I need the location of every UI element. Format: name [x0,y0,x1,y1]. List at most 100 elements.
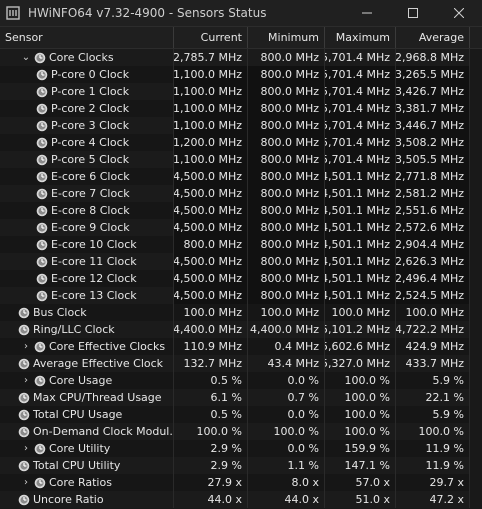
minimum-value: 800.0 MHz [248,253,325,270]
maximum-value: 4,501.1 MHz [325,253,396,270]
sensor-name-cell[interactable]: P-core 5 Clock [0,151,174,168]
table-row[interactable]: E-core 10 Clock 800.0 MHz 800.0 MHz 4,501.1… [0,236,482,253]
header-sensor[interactable]: Sensor [0,27,174,48]
sensor-name-cell[interactable]: › Core Usage [0,372,174,389]
sensor-name-cell[interactable]: E-core 11 Clock [0,253,174,270]
minimum-value: 0.7 % [248,389,325,406]
current-value: 2.9 % [174,440,248,457]
expand-chevron-icon[interactable]: › [20,443,32,454]
average-value: 11.9 % [396,457,470,474]
average-value: 3,508.2 MHz [396,134,470,151]
header-minimum[interactable]: Minimum [248,27,325,48]
sensor-name-cell[interactable]: P-core 1 Clock [0,83,174,100]
table-row[interactable]: Total CPU Usage 0.5 % 0.0 % 100.0 % 5.9 % [0,406,482,423]
clock-icon [36,256,48,267]
table-row[interactable]: E-core 8 Clock 4,500.0 MHz 800.0 MHz 4,501.… [0,202,482,219]
minimum-value: 800.0 MHz [248,66,325,83]
minimum-value: 800.0 MHz [248,236,325,253]
table-row[interactable]: Max CPU/Thread Usage 6.1 % 0.7 % 100.0 % 22.… [0,389,482,406]
sensor-name-cell[interactable]: Max CPU/Thread Usage [0,389,174,406]
average-value: 2,581.2 MHz [396,185,470,202]
clock-icon [34,341,46,352]
sensor-name-cell[interactable]: E-core 13 Clock [0,287,174,304]
table-row[interactable]: Average Effective Clock 132.7 MHz 43.4 MHz… [0,355,482,372]
table-row[interactable]: › Core Effective Clocks 110.9 MHz 0.4 MHz 5,… [0,338,482,355]
sensor-name-cell[interactable]: E-core 10 Clock [0,236,174,253]
expand-chevron-icon[interactable]: › [20,477,32,488]
collapse-chevron-icon[interactable]: ⌄ [20,52,32,63]
average-value: 3,265.5 MHz [396,66,470,83]
table-row[interactable]: P-core 0 Clock 1,100.0 MHz 800.0 MHz 5,701.… [0,66,482,83]
sensor-name-cell[interactable]: E-core 12 Clock [0,270,174,287]
table-row[interactable]: E-core 6 Clock 4,500.0 MHz 800.0 MHz 4,501.… [0,168,482,185]
sensor-table: ⌄ Core Clocks 2,785.7 MHz 800.0 MHz 5,701.4 … [0,49,482,508]
average-value: 100.0 % [396,423,470,440]
sensor-name-cell[interactable]: P-core 3 Clock [0,117,174,134]
sensor-name-cell[interactable]: Total CPU Utility [0,457,174,474]
sensor-name-cell[interactable]: › Core Effective Clocks [0,338,174,355]
minimum-value: 4,400.0 MHz [248,321,325,338]
expand-chevron-icon[interactable]: › [20,375,32,386]
table-row[interactable]: E-core 12 Clock 4,500.0 MHz 800.0 MHz 4,501… [0,270,482,287]
current-value: 1,200.0 MHz [174,134,248,151]
table-row[interactable]: E-core 13 Clock 4,500.0 MHz 800.0 MHz 4,501… [0,287,482,304]
sensor-label: P-core 5 Clock [51,153,130,166]
current-value: 4,500.0 MHz [174,185,248,202]
clock-icon [18,307,30,318]
table-row[interactable]: Uncore Ratio 44.0 x 44.0 x 51.0 x 47.2 x [0,491,482,508]
table-row[interactable]: P-core 5 Clock 1,100.0 MHz 800.0 MHz 5,701.… [0,151,482,168]
table-row[interactable]: › Core Utility 2.9 % 0.0 % 159.9 % 11.9 % [0,440,482,457]
sensor-name-cell[interactable]: Uncore Ratio [0,491,174,508]
current-value: 1,100.0 MHz [174,151,248,168]
maximum-value: 100.0 % [325,389,396,406]
sensor-name-cell[interactable]: E-core 7 Clock [0,185,174,202]
table-row[interactable]: Total CPU Utility 2.9 % 1.1 % 147.1 % 11.9 % [0,457,482,474]
close-button[interactable] [436,0,482,26]
sensor-name-cell[interactable]: P-core 4 Clock [0,134,174,151]
sensor-name-cell[interactable]: Total CPU Usage [0,406,174,423]
expand-chevron-icon[interactable]: › [20,341,32,352]
maximum-value: 4,501.1 MHz [325,168,396,185]
sensor-label: Bus Clock [33,306,87,319]
table-row[interactable]: E-core 11 Clock 4,500.0 MHz 800.0 MHz 4,501… [0,253,482,270]
sensor-name-cell[interactable]: On-Demand Clock Modul... [0,423,174,440]
sensor-label: Uncore Ratio [33,493,104,506]
average-value: 2,771.8 MHz [396,168,470,185]
minimize-button[interactable] [344,0,390,26]
minimum-value: 800.0 MHz [248,100,325,117]
sensor-name-cell[interactable]: › Core Utility [0,440,174,457]
current-value: 2.9 % [174,457,248,474]
table-row[interactable]: Ring/LLC Clock 4,400.0 MHz 4,400.0 MHz 5,10… [0,321,482,338]
sensor-name-cell[interactable]: › Core Ratios [0,474,174,491]
table-row[interactable]: P-core 4 Clock 1,200.0 MHz 800.0 MHz 5,701.… [0,134,482,151]
sensor-name-cell[interactable]: P-core 2 Clock [0,100,174,117]
table-row[interactable]: ⌄ Core Clocks 2,785.7 MHz 800.0 MHz 5,701.4 … [0,49,482,66]
maximize-button[interactable] [390,0,436,26]
table-row[interactable]: P-core 1 Clock 1,100.0 MHz 800.0 MHz 5,701.… [0,83,482,100]
header-average[interactable]: Average [396,27,470,48]
table-row[interactable]: On-Demand Clock Modul... 100.0 % 100.0 % 10… [0,423,482,440]
header-current[interactable]: Current [174,27,248,48]
sensor-name-cell[interactable]: E-core 8 Clock [0,202,174,219]
table-row[interactable]: E-core 7 Clock 4,500.0 MHz 800.0 MHz 4,501.… [0,185,482,202]
table-row[interactable]: › Core Ratios 27.9 x 8.0 x 57.0 x 29.7 x [0,474,482,491]
table-row[interactable]: P-core 2 Clock 1,100.0 MHz 800.0 MHz 5,701.… [0,100,482,117]
table-row[interactable]: P-core 3 Clock 1,100.0 MHz 800.0 MHz 5,701.… [0,117,482,134]
maximum-value: 51.0 x [325,491,396,508]
sensor-name-cell[interactable]: E-core 6 Clock [0,168,174,185]
table-row[interactable]: E-core 9 Clock 4,500.0 MHz 800.0 MHz 4,501.… [0,219,482,236]
clock-icon [36,239,48,250]
minimum-value: 100.0 % [248,423,325,440]
sensor-name-cell[interactable]: Bus Clock [0,304,174,321]
header-maximum[interactable]: Maximum [325,27,396,48]
sensor-name-cell[interactable]: Ring/LLC Clock [0,321,174,338]
minimum-value: 800.0 MHz [248,134,325,151]
sensor-name-cell[interactable]: ⌄ Core Clocks [0,49,174,66]
sensor-label: E-core 12 Clock [51,272,137,285]
sensor-name-cell[interactable]: E-core 9 Clock [0,219,174,236]
table-row[interactable]: Bus Clock 100.0 MHz 100.0 MHz 100.0 MHz 100.… [0,304,482,321]
sensor-name-cell[interactable]: P-core 0 Clock [0,66,174,83]
sensor-name-cell[interactable]: Average Effective Clock [0,355,174,372]
clock-icon [18,494,30,505]
table-row[interactable]: › Core Usage 0.5 % 0.0 % 100.0 % 5.9 % [0,372,482,389]
